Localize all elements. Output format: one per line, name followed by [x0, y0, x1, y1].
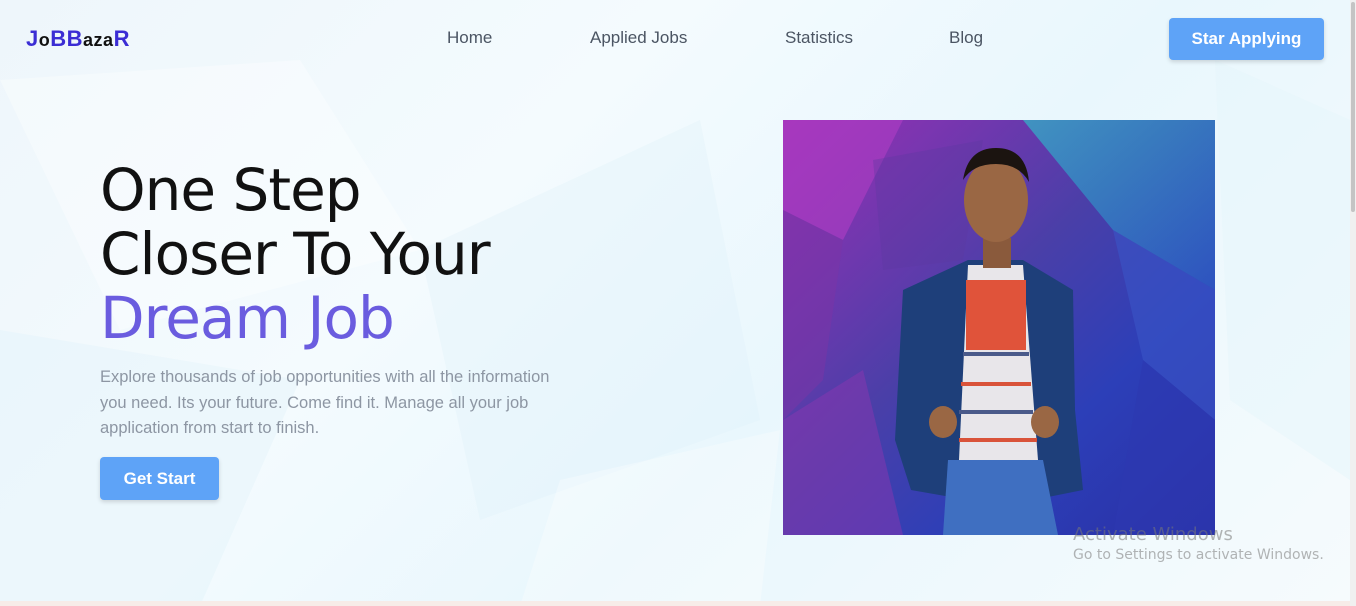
- star-applying-button[interactable]: Star Applying: [1169, 18, 1324, 60]
- logo-letters-bb: BB: [50, 26, 84, 51]
- person-portrait-image: [783, 120, 1215, 535]
- logo-letter-j: J: [26, 26, 39, 51]
- navbar: JoBBazaR Home Applied Jobs Statistics Bl…: [0, 0, 1350, 80]
- hero-title-line-2: Closer To Your: [100, 220, 491, 288]
- windows-activation-watermark: Activate Windows Go to Settings to activ…: [1073, 524, 1324, 563]
- logo-letters-aza: aza: [83, 30, 114, 50]
- hero-photo: [783, 120, 1215, 535]
- scrollbar-thumb[interactable]: [1351, 2, 1355, 212]
- hero-title-line-1: One Step: [100, 156, 362, 224]
- nav-blog[interactable]: Blog: [949, 28, 983, 48]
- brand-logo[interactable]: JoBBazaR: [26, 26, 130, 52]
- hero-title: One Step Closer To Your Dream Job: [100, 156, 491, 352]
- watermark-subtitle: Go to Settings to activate Windows.: [1073, 547, 1324, 563]
- logo-letter-r: R: [113, 26, 130, 51]
- logo-letter-o: o: [38, 30, 51, 50]
- hero-description: Explore thousands of job opportunities w…: [100, 368, 550, 437]
- get-start-button[interactable]: Get Start: [100, 457, 219, 500]
- page-bottom-edge: [0, 601, 1350, 606]
- nav-applied-jobs[interactable]: Applied Jobs: [590, 28, 687, 48]
- hero-title-accent: Dream Job: [100, 284, 395, 352]
- nav-statistics[interactable]: Statistics: [785, 28, 853, 48]
- watermark-title: Activate Windows: [1073, 524, 1233, 545]
- nav-home[interactable]: Home: [447, 28, 492, 48]
